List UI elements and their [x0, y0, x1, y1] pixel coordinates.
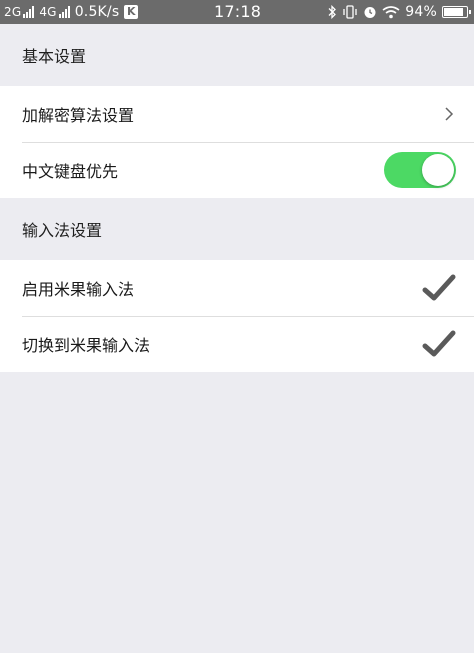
- battery-percent: 94%: [405, 4, 437, 20]
- toggle-knob: [422, 154, 454, 186]
- bluetooth-icon: [328, 5, 337, 19]
- status-bar: 2G 4G 0.5K/s K 17:18 94%: [0, 0, 474, 24]
- signal-bars-icon: [23, 6, 35, 18]
- network-speed: 0.5K/s: [74, 4, 120, 20]
- checkmark-icon: [422, 274, 456, 301]
- chinese-keyboard-toggle[interactable]: [384, 152, 456, 188]
- row-encryption-settings[interactable]: 加解密算法设置: [0, 86, 474, 142]
- row-switch-to-migo-input[interactable]: 切换到米果输入法: [0, 316, 474, 372]
- clock: 17:18: [214, 2, 262, 21]
- sim1-network-type: 2G: [4, 5, 22, 19]
- row-enable-migo-input[interactable]: 启用米果输入法: [0, 260, 474, 316]
- vibrate-icon: [343, 5, 357, 19]
- section-header-basic: 基本设置: [0, 24, 474, 86]
- chevron-right-icon: [445, 107, 454, 121]
- battery-icon: [442, 6, 471, 18]
- section-header-input-method: 输入法设置: [0, 198, 474, 260]
- sim2-signal: 4G: [39, 5, 70, 19]
- row-chinese-keyboard-priority: 中文键盘优先: [0, 142, 474, 198]
- checkmark-icon: [422, 330, 456, 357]
- row-label: 加解密算法设置: [22, 106, 135, 125]
- alarm-icon: [364, 7, 376, 18]
- k-app-icon: K: [124, 5, 139, 19]
- wifi-icon: [382, 6, 400, 19]
- sim2-network-type: 4G: [39, 5, 57, 19]
- row-label: 启用米果输入法: [22, 280, 135, 299]
- row-label: 中文键盘优先: [22, 162, 119, 181]
- battery-fill: [444, 8, 463, 16]
- row-label: 切换到米果输入法: [22, 336, 151, 355]
- sim1-signal: 2G: [4, 5, 35, 19]
- signal-bars-icon: [58, 6, 70, 18]
